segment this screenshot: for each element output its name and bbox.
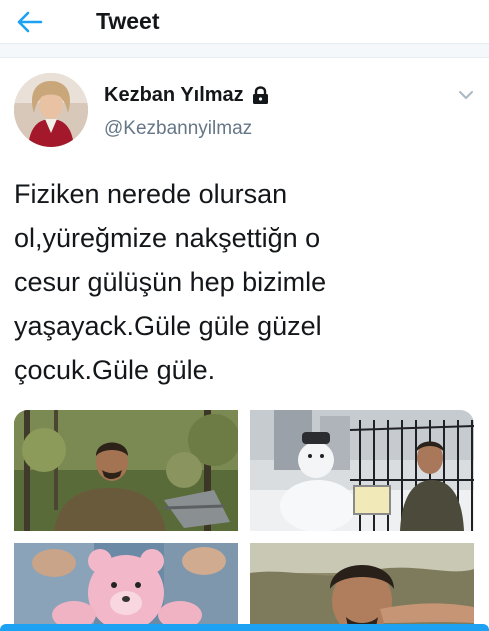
top-app-bar: Tweet: [0, 0, 489, 44]
photo-young-man-closeup[interactable]: [250, 543, 474, 631]
photo-man-with-snowman[interactable]: [250, 410, 474, 531]
section-divider: [0, 44, 489, 58]
photo-man-in-forest[interactable]: [14, 410, 238, 531]
page-title: Tweet: [96, 8, 160, 34]
tweet-menu-button[interactable]: [455, 86, 477, 104]
author-name[interactable]: Kezban Yılmaz: [104, 84, 244, 107]
photo-children-with-teddy-bear[interactable]: [14, 543, 238, 631]
tweet-text-line: Fiziken nerede olursan: [14, 179, 288, 209]
tweet-text-line: çocuk.Güle güle.: [14, 355, 216, 385]
tweet-text-line: yaşayack.Güle güle güzel: [14, 311, 322, 341]
arrow-left-icon: [17, 11, 43, 33]
avatar[interactable]: [14, 73, 88, 147]
media-grid: [14, 410, 474, 631]
author-handle[interactable]: @Kezbannyilmaz: [104, 118, 252, 140]
author-name-row: Kezban Yılmaz: [104, 84, 269, 107]
tweet-text: Fiziken nerede olursan ol,yüreğmize nakş…: [14, 172, 424, 392]
back-button[interactable]: [14, 6, 46, 38]
tweet-text-line: ol,yüreğmize nakşettiğn o: [14, 223, 321, 253]
chevron-down-icon: [459, 91, 473, 99]
compose-bar-edge: [0, 624, 489, 631]
tweet-text-line: cesur gülüşün hep bizimle: [14, 267, 327, 297]
lock-icon: [252, 86, 269, 105]
